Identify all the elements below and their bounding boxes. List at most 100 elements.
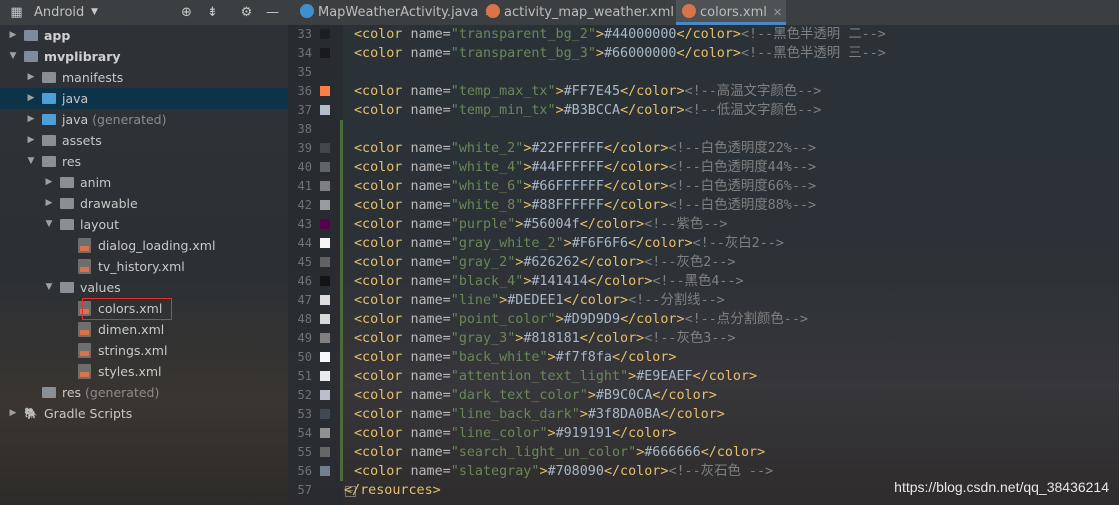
change-marker	[340, 120, 343, 139]
tree-item[interactable]: res (generated)	[0, 382, 288, 403]
hide-panel-icon[interactable]: —	[264, 4, 281, 21]
code-line[interactable]: <color name="slategray">#708090</color><…	[354, 462, 773, 481]
tree-item[interactable]: ▶ assets	[0, 130, 288, 151]
code-line[interactable]: <color name="white_8">#88FFFFFF</color><…	[354, 196, 816, 215]
code-line[interactable]: <color name="point_color">#D9D9D9</color…	[354, 310, 808, 329]
code-line[interactable]: <color name="white_4">#44FFFFFF</color><…	[354, 158, 816, 177]
tree-item[interactable]: ▼ mvplibrary	[0, 46, 288, 67]
color-swatch-icon[interactable]	[320, 333, 330, 343]
code-line[interactable]: <color name="line_color">#919191</color>	[354, 424, 677, 443]
code-line[interactable]: <color name="back_white">#f7f8fa</color>	[354, 348, 677, 367]
color-swatch-icon[interactable]	[320, 371, 330, 381]
color-swatch-icon[interactable]	[320, 390, 330, 400]
tree-item[interactable]: dimen.xml	[0, 319, 288, 340]
code-line[interactable]: <color name="gray_2">#626262</color><!--…	[354, 253, 736, 272]
color-swatch-icon[interactable]	[320, 276, 330, 286]
xml-tag: </color>	[579, 331, 645, 346]
color-swatch-icon[interactable]	[320, 352, 330, 362]
tab-activity-map-weather-xml[interactable]: activity_map_weather.xml✕	[480, 0, 689, 25]
color-swatch-icon[interactable]	[320, 29, 330, 39]
attr-quote: "	[450, 293, 459, 308]
color-swatch-icon[interactable]	[320, 219, 330, 229]
color-swatch-icon[interactable]	[320, 86, 330, 96]
color-swatch-icon[interactable]	[320, 466, 330, 476]
xml-tag: </color>	[603, 141, 669, 156]
color-swatch-icon[interactable]	[320, 295, 330, 305]
tree-item[interactable]: ▼ values	[0, 277, 288, 298]
code-line[interactable]: <color name="purple">#56004f</color><!--…	[354, 215, 727, 234]
tree-item[interactable]: dialog_loading.xml	[0, 235, 288, 256]
tree-item[interactable]: ▼ res	[0, 151, 288, 172]
color-swatch-icon[interactable]	[320, 314, 330, 324]
code-editor[interactable]: 33 34 35 36 37 38 39 40 41 42 43 44 45 46 47 48 49 50 51 52…	[288, 25, 1119, 505]
locate-icon[interactable]: ⊕	[178, 4, 195, 21]
code-line[interactable]: <color name="transparent_bg_3">#66000000…	[354, 44, 886, 63]
chevron-right-icon[interactable]: ▶	[26, 88, 36, 109]
code-line[interactable]: <color name="black_4">#141414</color><!-…	[354, 272, 744, 291]
xml-tag: >	[547, 350, 556, 365]
code-line[interactable]: <color name="white_2">#22FFFFFF</color><…	[354, 139, 816, 158]
color-swatch-icon[interactable]	[320, 447, 330, 457]
color-swatch-icon[interactable]	[320, 162, 330, 172]
code-line[interactable]: <color name="transparent_bg_2">#44000000…	[354, 25, 886, 44]
code-line[interactable]: <color name="line">#DEDEE1</color><!--分割…	[354, 291, 725, 310]
color-swatch-icon[interactable]	[320, 48, 330, 58]
tab-colors-xml[interactable]: colors.xml ✕	[676, 0, 786, 25]
gradle-icon: 🐘	[24, 407, 38, 420]
color-swatch-icon[interactable]	[320, 257, 330, 267]
tree-item[interactable]: ▶ app	[0, 25, 288, 46]
code-line[interactable]: <color name="attention_text_light">#E9EA…	[354, 367, 757, 386]
tree-item[interactable]: styles.xml	[0, 361, 288, 382]
tree-item[interactable]: ▶ java (generated)	[0, 109, 288, 130]
chevron-down-icon[interactable]: ▼	[8, 46, 18, 67]
close-icon[interactable]: ✕	[773, 6, 782, 19]
color-swatch-icon[interactable]	[320, 238, 330, 248]
tree-item[interactable]: ▶ java	[0, 88, 288, 109]
code-line[interactable]: </resources>	[344, 481, 441, 500]
chevron-down-icon[interactable]: ▼	[86, 4, 103, 21]
chevron-right-icon[interactable]: ▶	[26, 67, 36, 88]
tree-item[interactable]: ▶ 🐘 Gradle Scripts	[0, 403, 288, 424]
xml-tag: <color	[354, 27, 411, 42]
color-swatch-icon[interactable]	[320, 200, 330, 210]
tree-item[interactable]: ▶ manifests	[0, 67, 288, 88]
project-view-selector[interactable]: Android	[34, 4, 84, 21]
chevron-right-icon[interactable]: ▶	[8, 403, 18, 424]
tree-item[interactable]: tv_history.xml	[0, 256, 288, 277]
change-marker	[340, 424, 343, 443]
color-swatch-icon[interactable]	[320, 181, 330, 191]
tree-item[interactable]: ▼ layout	[0, 214, 288, 235]
gear-icon[interactable]: ⚙	[238, 4, 255, 21]
code-line[interactable]: <color name="temp_min_tx">#B3BCCA</color…	[354, 101, 821, 120]
chevron-right-icon[interactable]: ▶	[44, 193, 54, 214]
tree-item-label: strings.xml	[98, 343, 168, 358]
code-line[interactable]: <color name="gray_white_2">#F6F6F6</colo…	[354, 234, 784, 253]
tree-item[interactable]: ▶ anim	[0, 172, 288, 193]
tab-mapweatheractivity-java[interactable]: MapWeatherActivity.java✕	[294, 0, 494, 25]
source-folder-icon	[42, 93, 56, 104]
xml-attr: name=	[410, 84, 451, 99]
tree-item[interactable]: ▶ drawable	[0, 193, 288, 214]
color-swatch-icon[interactable]	[320, 143, 330, 153]
color-name: transparent_bg_2	[458, 27, 588, 42]
change-marker	[340, 272, 343, 291]
tree-item[interactable]: strings.xml	[0, 340, 288, 361]
chevron-down-icon[interactable]: ▼	[26, 151, 36, 172]
xml-attr: name=	[410, 407, 451, 422]
collapse-all-icon[interactable]: ⇟	[204, 4, 221, 21]
chevron-right-icon[interactable]: ▶	[8, 25, 18, 46]
code-line[interactable]: <color name="search_light_un_color">#666…	[354, 443, 765, 462]
code-line[interactable]: <color name="white_6">#66FFFFFF</color><…	[354, 177, 816, 196]
code-line[interactable]: <color name="gray_3">#818181</color><!--…	[354, 329, 736, 348]
code-line[interactable]: <color name="dark_text_color">#B9C0CA</c…	[354, 386, 717, 405]
code-line[interactable]: <color name="line_back_dark">#3f8DA0BA</…	[354, 405, 725, 424]
chevron-down-icon[interactable]: ▼	[44, 277, 54, 298]
chevron-right-icon[interactable]: ▶	[26, 109, 36, 130]
color-swatch-icon[interactable]	[320, 409, 330, 419]
color-swatch-icon[interactable]	[320, 428, 330, 438]
chevron-right-icon[interactable]: ▶	[26, 130, 36, 151]
code-line[interactable]: <color name="temp_max_tx">#FF7E45</color…	[354, 82, 821, 101]
chevron-right-icon[interactable]: ▶	[44, 172, 54, 193]
chevron-down-icon[interactable]: ▼	[44, 214, 54, 235]
color-swatch-icon[interactable]	[320, 105, 330, 115]
